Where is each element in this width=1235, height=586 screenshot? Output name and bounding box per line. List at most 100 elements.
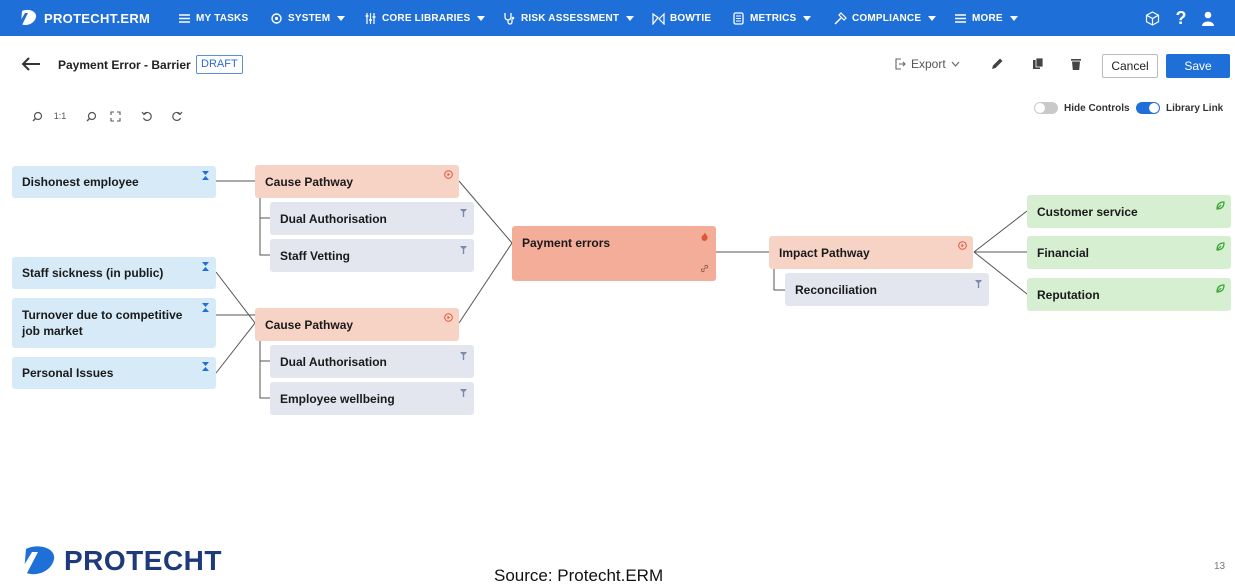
- zoom-in-button[interactable]: [30, 108, 44, 124]
- cause-label: Staff sickness (in public): [22, 266, 164, 280]
- cause-pathway-label: Cause Pathway: [265, 317, 354, 332]
- control-label: Dual Authorisation: [280, 354, 387, 369]
- link-icon: [700, 264, 709, 273]
- footer-logo: PROTECHT: [16, 545, 222, 577]
- app-brand[interactable]: PROTECHT.ERM: [16, 8, 150, 28]
- nav-compliance[interactable]: COMPLIANCE: [834, 10, 937, 26]
- control-node[interactable]: Reconciliation: [785, 273, 989, 306]
- arrow-left-icon: [21, 57, 40, 71]
- cause-node[interactable]: Personal Issues: [12, 357, 216, 389]
- chevron-down-icon: [951, 61, 960, 67]
- impact-node[interactable]: Customer service: [1027, 195, 1231, 228]
- leaf-icon: [1216, 201, 1225, 210]
- leaf-icon: [1216, 242, 1225, 251]
- user-menu-button[interactable]: [1198, 8, 1218, 28]
- cause-pathway-node[interactable]: Cause Pathway: [255, 165, 459, 198]
- cause-label: Turnover due to competitive job market: [22, 308, 183, 338]
- back-button[interactable]: [20, 55, 42, 73]
- pathway-icon: [444, 313, 453, 322]
- event-label: Payment errors: [522, 236, 611, 250]
- control-icon: [460, 209, 467, 217]
- nav-bowtie-label: BOWTIE: [670, 12, 712, 24]
- cause-pathway-node[interactable]: Cause Pathway: [255, 308, 459, 341]
- brand-name: PROTECHT.ERM: [44, 10, 151, 26]
- user-icon: [1202, 11, 1214, 26]
- help-icon: ?: [1175, 7, 1187, 28]
- toggle-knob: [1149, 103, 1159, 113]
- protecht-logo-icon: [18, 546, 55, 575]
- control-node[interactable]: Dual Authorisation: [270, 202, 474, 235]
- export-icon: [895, 58, 906, 70]
- undo-button[interactable]: [140, 108, 154, 124]
- control-icon: [975, 280, 982, 288]
- nav-system-label: SYSTEM: [288, 12, 331, 24]
- impact-pathway-node[interactable]: Impact Pathway: [769, 236, 973, 269]
- pathway-icon: [444, 170, 453, 179]
- sliders-icon: [365, 12, 376, 24]
- export-label: Export: [911, 57, 946, 71]
- zoom-in-icon: [32, 111, 42, 121]
- trash-icon: [1071, 59, 1081, 70]
- nav-bowtie[interactable]: BOWTIE: [652, 10, 711, 26]
- impact-node[interactable]: Reputation: [1027, 278, 1231, 311]
- list-icon: [179, 13, 190, 23]
- redo-button[interactable]: [170, 108, 184, 124]
- copy-icon: [1033, 57, 1044, 69]
- control-icon: [460, 246, 467, 254]
- zoom-out-icon: [86, 111, 96, 121]
- impact-node[interactable]: Financial: [1027, 236, 1231, 269]
- delete-button[interactable]: [1069, 57, 1083, 71]
- protecht-logo-icon: [18, 9, 37, 26]
- cube-button[interactable]: [1142, 8, 1162, 28]
- nav-my-tasks[interactable]: MY TASKS: [178, 10, 248, 26]
- cause-node[interactable]: Staff sickness (in public): [12, 257, 216, 289]
- cause-node[interactable]: Dishonest employee: [12, 166, 216, 198]
- control-node[interactable]: Staff Vetting: [270, 239, 474, 272]
- person-icon: [202, 303, 209, 312]
- library-link-toggle[interactable]: [1136, 102, 1160, 114]
- person-icon: [202, 171, 209, 180]
- cause-pathway-label: Cause Pathway: [265, 174, 354, 189]
- help-button[interactable]: ?: [1171, 8, 1191, 28]
- nav-more[interactable]: MORE: [954, 10, 1018, 26]
- nav-risk-assessment[interactable]: RISK ASSESSMENT: [503, 10, 635, 26]
- control-node[interactable]: Employee wellbeing: [270, 382, 474, 415]
- hide-controls-toggle[interactable]: [1034, 102, 1058, 114]
- hide-controls-toggle-group: Hide Controls: [1034, 101, 1130, 115]
- nav-core-libraries[interactable]: CORE LIBRARIES: [364, 10, 486, 26]
- control-label: Staff Vetting: [280, 248, 351, 263]
- event-node[interactable]: Payment errors: [512, 226, 716, 281]
- cause-node[interactable]: Turnover due to competitive job market: [12, 298, 216, 348]
- control-node[interactable]: Dual Authorisation: [270, 345, 474, 378]
- chevron-down-icon: [803, 15, 812, 21]
- copy-button[interactable]: [1031, 57, 1045, 71]
- zoom-reset-button[interactable]: 1:1: [52, 108, 68, 124]
- nav-compliance-label: COMPLIANCE: [852, 12, 922, 24]
- zoom-reset-label: 1:1: [53, 111, 67, 121]
- library-link-toggle-group: Library Link: [1136, 101, 1223, 115]
- cause-label: Personal Issues: [22, 366, 114, 380]
- chevron-down-icon: [1009, 15, 1018, 21]
- chevron-down-icon: [928, 15, 937, 21]
- pathway-icon: [958, 241, 967, 250]
- footer-wordmark: PROTECHT: [64, 545, 222, 576]
- save-button[interactable]: Save: [1166, 54, 1230, 78]
- bowtie-canvas: Dishonest employee Staff sickness (in pu…: [0, 130, 1235, 450]
- nav-metrics[interactable]: METRICS: [732, 10, 812, 26]
- impact-label: Reputation: [1037, 287, 1100, 302]
- cancel-button[interactable]: Cancel: [1102, 54, 1158, 78]
- nav-system[interactable]: SYSTEM: [270, 10, 346, 26]
- person-icon: [202, 262, 209, 271]
- gear-icon: [271, 12, 282, 24]
- control-label: Employee wellbeing: [280, 391, 395, 406]
- zoom-out-button[interactable]: [84, 108, 98, 124]
- export-menu-button[interactable]: Export: [894, 57, 960, 71]
- edit-button[interactable]: [990, 57, 1004, 71]
- leaf-icon: [1216, 284, 1225, 293]
- menu-icon: [955, 13, 966, 23]
- fit-screen-button[interactable]: [108, 108, 122, 124]
- top-navigation-bar: PROTECHT.ERM MY TASKS SYSTEM CORE LIBRAR…: [0, 0, 1235, 36]
- nav-core-libraries-label: CORE LIBRARIES: [382, 12, 471, 24]
- impact-label: Financial: [1037, 245, 1090, 260]
- gavel-icon: [834, 11, 847, 25]
